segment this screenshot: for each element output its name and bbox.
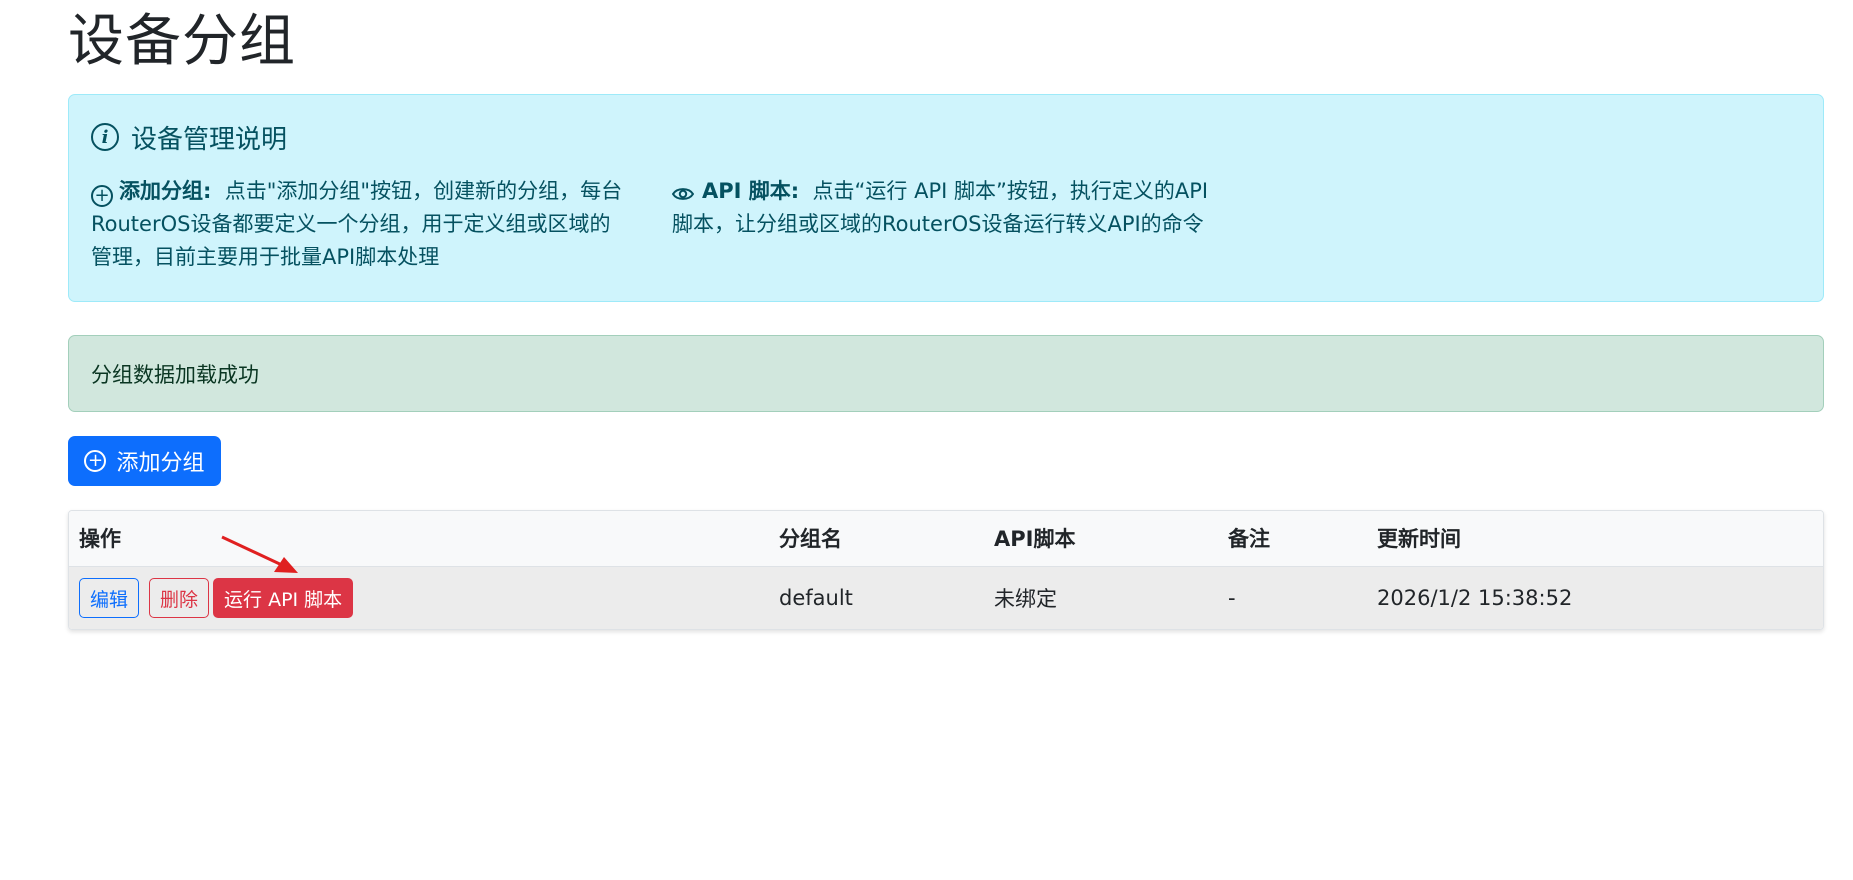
table-header-row: 操作 分组名 API脚本 备注 更新时间 <box>69 511 1823 567</box>
success-alert: 分组数据加载成功 <box>68 335 1824 412</box>
info-panel: i 设备管理说明 + 添加分组: 点击"添加分组"按钮，创建新的分组，每台Rout… <box>68 94 1824 302</box>
cell-api-script: 未绑定 <box>994 587 1057 612</box>
header-updated-time: 更新时间 <box>1367 511 1823 567</box>
delete-button[interactable]: 删除 <box>149 578 210 619</box>
group-table-grid: 操作 分组名 API脚本 备注 更新时间 编辑 删除 运行 API 脚本 defau… <box>69 511 1823 629</box>
cell-actions: 编辑 删除 运行 API 脚本 <box>69 566 769 629</box>
header-actions: 操作 <box>69 511 769 567</box>
info-api-script: API 脚本: 点击“运行 API 脚本”按钮，执行定义的API 脚本，让分组或… <box>672 175 1212 241</box>
info-api-script-label: API 脚本: <box>702 179 800 203</box>
header-api-script: API脚本 <box>984 511 1218 567</box>
cell-note: - <box>1228 586 1236 611</box>
cell-group-name: default <box>779 586 853 611</box>
table-row: 编辑 删除 运行 API 脚本 default 未绑定 - 2026/1/2 15:… <box>69 566 1823 629</box>
info-heading: i 设备管理说明 <box>91 117 287 157</box>
header-group-name: 分组名 <box>769 511 984 567</box>
info-add-group-label: 添加分组: <box>119 179 212 203</box>
cell-updated-time: 2026/1/2 15:38:52 <box>1377 586 1573 611</box>
page-title: 设备分组 <box>68 9 296 74</box>
success-alert-text: 分组数据加载成功 <box>91 362 259 387</box>
header-note: 备注 <box>1218 511 1367 567</box>
plus-circle-icon: + <box>91 185 113 207</box>
eye-icon <box>672 188 694 200</box>
add-group-button[interactable]: + 添加分组 <box>68 436 221 486</box>
page: 设备分组 i 设备管理说明 + 添加分组: 点击"添加分组"按钮，创建新的分组，每… <box>0 0 1853 880</box>
info-heading-text: 设备管理说明 <box>131 124 288 155</box>
info-circle-icon: i <box>91 123 119 151</box>
run-api-script-button[interactable]: 运行 API 脚本 <box>213 578 354 619</box>
edit-button[interactable]: 编辑 <box>79 578 140 619</box>
add-group-button-label: 添加分组 <box>116 451 205 476</box>
plus-circle-icon: + <box>84 450 107 472</box>
group-table: 操作 分组名 API脚本 备注 更新时间 编辑 删除 运行 API 脚本 defau… <box>68 510 1824 630</box>
info-add-group: + 添加分组: 点击"添加分组"按钮，创建新的分组，每台RouterOS设备都要定… <box>91 175 631 274</box>
